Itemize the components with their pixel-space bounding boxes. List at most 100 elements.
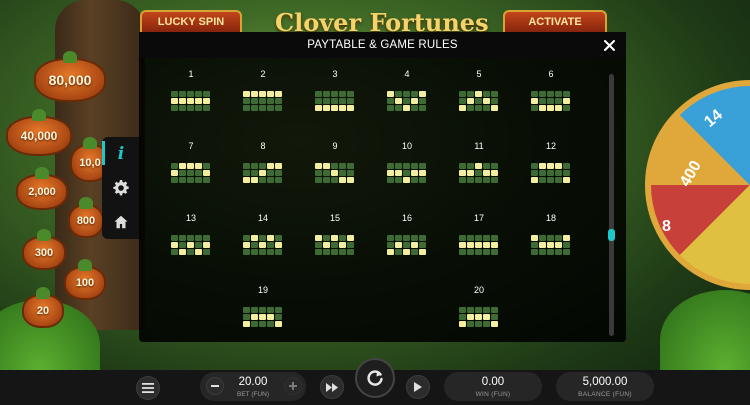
payline-cell-active [419, 91, 426, 97]
payline-cell-active [547, 163, 554, 169]
payline-cell-active [491, 170, 498, 176]
payline-cell-inactive [563, 163, 570, 169]
pumpkin-prize: 40,000 [6, 109, 72, 156]
payline-cell-inactive [387, 235, 394, 241]
win-display: 0.00 WIN (FUN) [444, 372, 542, 401]
pumpkin-prize-value: 800 [76, 215, 96, 227]
payline-cell-inactive [315, 242, 322, 248]
payline-cell-active [387, 249, 394, 255]
payline-cell-inactive [331, 177, 338, 183]
activate-label: ACTIVATE [528, 16, 582, 28]
payline-cell-active [411, 242, 418, 248]
payline-cell-inactive [323, 235, 330, 241]
payline-cell-inactive [347, 170, 354, 176]
payline-cell-active [411, 98, 418, 104]
payline-number: 3 [332, 69, 338, 79]
payline-cell-inactive [315, 177, 322, 183]
payline-cell-inactive [475, 321, 482, 327]
payline-cell-inactive [323, 177, 330, 183]
payline-cell-inactive [403, 98, 410, 104]
payline-cell-active [539, 242, 546, 248]
balance-label: BALANCE (FUN) [578, 391, 632, 398]
close-button[interactable] [600, 36, 618, 54]
payline-cell-active [467, 314, 474, 320]
autoplay-button[interactable] [406, 375, 430, 399]
payline-cell-active [275, 321, 282, 327]
payline-cell-inactive [171, 249, 178, 255]
payline-number: 15 [329, 213, 340, 223]
payline-cell-inactive [419, 163, 426, 169]
payline-10: 10 [385, 141, 429, 191]
bet-decrease-button[interactable] [206, 377, 224, 395]
spin-arrow-icon [367, 370, 383, 386]
payline-cell-inactive [259, 249, 266, 255]
payline-cell-inactive [467, 235, 474, 241]
payline-cell-inactive [195, 242, 202, 248]
pumpkin-prize-value: 20 [36, 305, 50, 317]
payline-cell-inactive [179, 177, 186, 183]
payline-cell-inactive [275, 177, 282, 183]
payline-cell-inactive [267, 321, 274, 327]
payline-cell-inactive [475, 249, 482, 255]
payline-cell-inactive [203, 105, 210, 111]
pumpkin-prize: 20 [22, 287, 64, 328]
payline-cell-inactive [419, 105, 426, 111]
side-menu-home[interactable] [102, 205, 140, 239]
bet-increase-button[interactable] [284, 377, 302, 395]
payline-cell-active [403, 105, 410, 111]
payline-2: 2 [241, 69, 285, 119]
payline-number: 2 [260, 69, 266, 79]
side-menu-settings[interactable] [102, 171, 140, 205]
payline-cell-active [467, 170, 474, 176]
payline-pattern [387, 91, 427, 113]
payline-cell-inactive [243, 307, 250, 313]
payline-pattern [531, 91, 571, 113]
payline-cell-inactive [411, 249, 418, 255]
payline-cell-inactive [251, 170, 258, 176]
payline-cell-inactive [459, 235, 466, 241]
payline-number: 13 [185, 213, 196, 223]
payline-pattern [387, 235, 427, 257]
payline-cell-inactive [339, 91, 346, 97]
spin-button[interactable] [355, 358, 395, 398]
payline-number: 14 [257, 213, 268, 223]
payline-cell-inactive [251, 163, 258, 169]
payline-pattern [171, 91, 211, 113]
payline-cell-active [411, 170, 418, 176]
payline-cell-inactive [475, 105, 482, 111]
payline-cell-inactive [267, 170, 274, 176]
menu-button[interactable] [136, 376, 160, 400]
payline-pattern [243, 163, 283, 185]
pumpkin-prize: 80,000 [34, 51, 106, 102]
modal-scrollbar[interactable] [608, 74, 615, 336]
payline-cell-inactive [475, 177, 482, 183]
side-menu-info[interactable]: i [102, 137, 140, 171]
payline-cell-active [195, 98, 202, 104]
payline-cell-inactive [195, 170, 202, 176]
payline-pattern [315, 235, 355, 257]
payline-cell-active [187, 242, 194, 248]
bet-value: 20.00 [238, 376, 268, 388]
payline-cell-inactive [555, 98, 562, 104]
payline-cell-active [259, 91, 266, 97]
payline-cell-inactive [259, 307, 266, 313]
payline-cell-inactive [203, 163, 210, 169]
payline-cell-inactive [275, 249, 282, 255]
payline-cell-inactive [475, 235, 482, 241]
win-value: 0.00 [481, 376, 505, 388]
payline-cell-active [395, 242, 402, 248]
payline-cell-active [491, 321, 498, 327]
payline-cell-inactive [195, 235, 202, 241]
payline-cell-inactive [483, 91, 490, 97]
payline-cell-active [339, 105, 346, 111]
turbo-button[interactable] [320, 375, 344, 399]
scroll-thumb[interactable] [608, 229, 615, 241]
payline-cell-inactive [259, 177, 266, 183]
payline-cell-inactive [251, 98, 258, 104]
payline-cell-inactive [419, 235, 426, 241]
payline-cell-active [323, 242, 330, 248]
payline-cell-inactive [243, 105, 250, 111]
payline-cell-inactive [171, 177, 178, 183]
payline-number: 19 [257, 285, 268, 295]
payline-8: 8 [241, 141, 285, 191]
